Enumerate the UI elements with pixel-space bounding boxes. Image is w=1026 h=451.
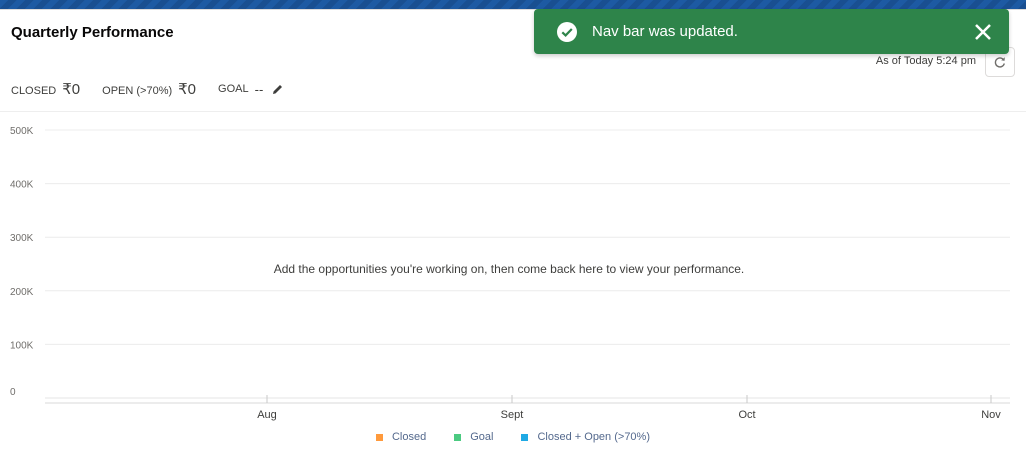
legend-label: Closed bbox=[391, 431, 427, 443]
y-tick-label: 300K bbox=[10, 233, 34, 244]
success-check-icon bbox=[556, 21, 578, 43]
toast-message: Nav bar was updated. bbox=[592, 23, 738, 40]
y-tick-label: 500K bbox=[10, 126, 34, 137]
x-tick-label: Aug bbox=[257, 409, 277, 421]
legend-swatch bbox=[454, 433, 462, 441]
card-title: Quarterly Performance bbox=[11, 24, 174, 41]
open-metric: OPEN (>70%) ₹0 bbox=[102, 80, 196, 98]
empty-chart-message: Add the opportunities you're working on,… bbox=[273, 262, 745, 276]
metrics-row: CLOSED ₹0 OPEN (>70%) ₹0 GOAL -- bbox=[11, 80, 306, 98]
success-toast: Nav bar was updated. bbox=[534, 9, 1009, 54]
legend-label: Closed + Open (>70%) bbox=[537, 431, 650, 443]
y-tick-label: 400K bbox=[10, 180, 34, 191]
refresh-icon bbox=[994, 57, 1005, 68]
legend-swatch bbox=[521, 433, 529, 441]
goal-label: GOAL bbox=[218, 83, 249, 95]
closed-metric: CLOSED ₹0 bbox=[11, 80, 80, 98]
legend-item[interactable]: Closed bbox=[375, 431, 427, 443]
legend-label: Goal bbox=[470, 431, 494, 443]
as-of-timestamp: As of Today 5:24 pm bbox=[875, 55, 976, 67]
open-label: OPEN (>70%) bbox=[102, 85, 173, 97]
goal-metric: GOAL -- bbox=[218, 82, 284, 97]
y-tick-label: 100K bbox=[10, 340, 34, 351]
closed-label: CLOSED bbox=[11, 85, 57, 97]
y-tick-label: 0 bbox=[10, 387, 16, 398]
y-tick-label: 200K bbox=[10, 287, 34, 298]
close-icon[interactable] bbox=[971, 20, 995, 44]
open-value: ₹0 bbox=[178, 81, 197, 98]
chart-legend: Closed Goal Closed + Open (>70%) bbox=[0, 431, 1026, 443]
legend-item[interactable]: Closed + Open (>70%) bbox=[521, 431, 650, 443]
goal-value: -- bbox=[254, 81, 264, 97]
x-tick-label: Oct bbox=[738, 409, 755, 421]
x-tick-label: Sept bbox=[501, 409, 524, 421]
pencil-icon[interactable] bbox=[271, 83, 284, 96]
legend-swatch bbox=[375, 433, 383, 441]
closed-value: ₹0 bbox=[62, 81, 81, 98]
legend-item[interactable]: Goal bbox=[454, 431, 493, 443]
x-tick-label: Nov bbox=[981, 409, 1001, 421]
